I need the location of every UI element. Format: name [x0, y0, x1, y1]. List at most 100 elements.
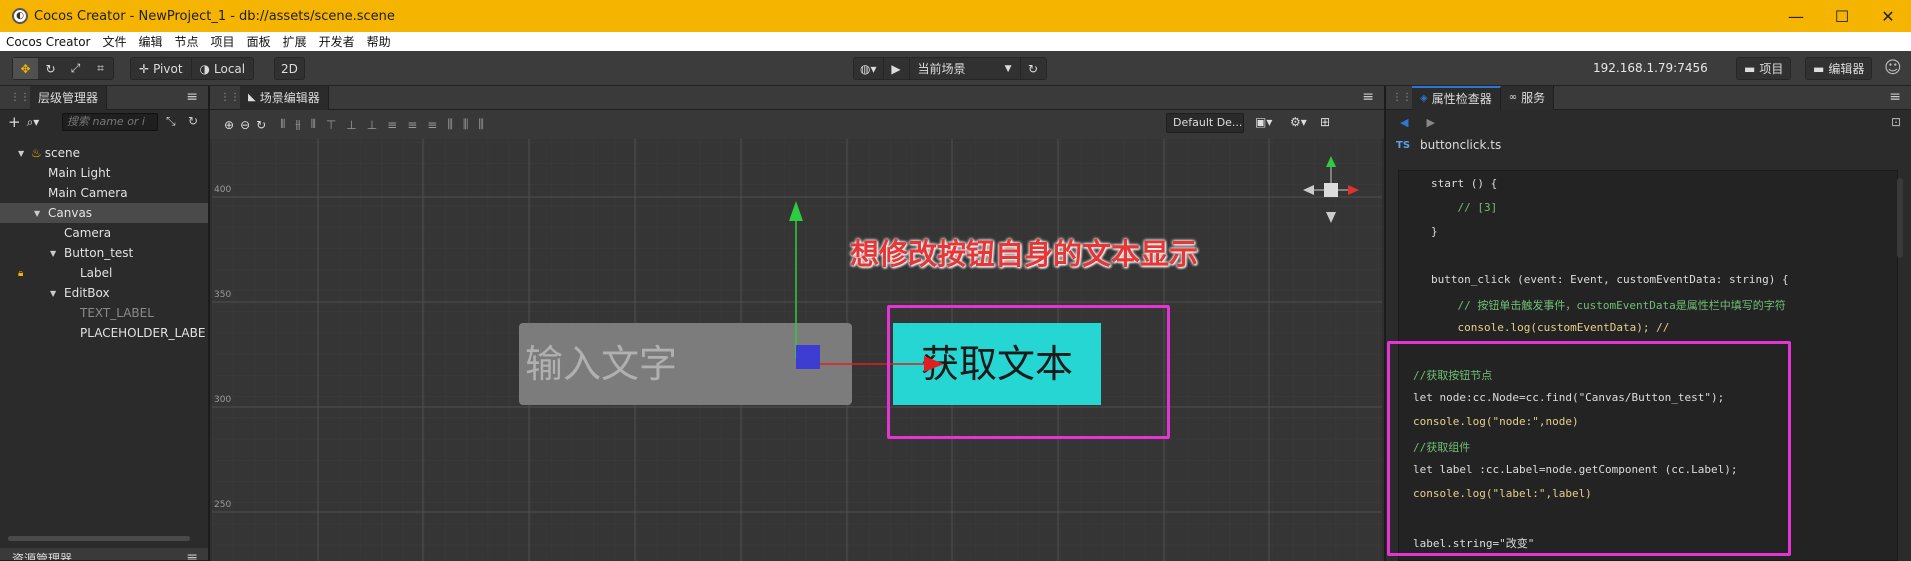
zoom-in-icon[interactable]: ⊕: [224, 118, 234, 132]
annotation-text: 想修改按钮自身的文本显示: [850, 237, 1199, 271]
menu-extension[interactable]: 扩展: [277, 33, 313, 50]
tree-item-main-light[interactable]: Main Light: [0, 163, 208, 183]
scale-tool-icon[interactable]: ⤢: [63, 58, 88, 79]
align-left-icon[interactable]: ⫴: [280, 117, 285, 132]
title-bar: ◐ Cocos Creator - NewProject_1 - db://as…: [0, 0, 1911, 32]
scene-select-value: 当前场景: [917, 62, 966, 76]
tree-item-scene[interactable]: ▼ ♨ scene: [0, 143, 208, 163]
tree-item-canvas[interactable]: ▼ Canvas: [0, 203, 208, 223]
tree-item-label: Main Light: [48, 166, 111, 180]
close-icon[interactable]: ✕: [1865, 0, 1911, 32]
tab-scene-editor[interactable]: ◣ 场景编辑器: [240, 85, 329, 110]
local-button[interactable]: ◑ Local: [192, 58, 254, 79]
tree-item-label: Main Camera: [48, 186, 128, 200]
collapse-all-icon[interactable]: ⤡: [166, 114, 176, 129]
menu-project[interactable]: 项目: [205, 33, 241, 50]
tree-item-label: Camera: [64, 226, 112, 240]
folder-icon: ▬: [1813, 61, 1825, 76]
editbox-node[interactable]: 输入文字: [519, 323, 852, 405]
user-avatar-icon[interactable]: ☺: [1884, 58, 1902, 78]
scene-select[interactable]: 当前场景 ▼: [910, 58, 1020, 79]
refresh-icon[interactable]: ↻: [188, 114, 198, 128]
align-top-icon[interactable]: ⊤: [326, 118, 336, 132]
rect-tool-icon[interactable]: ⌗: [88, 58, 113, 79]
expand-arrow-icon[interactable]: ▼: [34, 209, 44, 218]
mode-2d-toggle[interactable]: 2D: [274, 57, 305, 80]
panel-menu-icon[interactable]: ≡: [186, 550, 198, 560]
panel-menu-icon[interactable]: ≡: [1362, 89, 1374, 105]
tab-service[interactable]: ∞ 服务: [1500, 85, 1555, 110]
distribute-top-icon[interactable]: ≡: [387, 118, 397, 132]
tree-item-text-label[interactable]: TEXT_LABEL: [0, 303, 208, 323]
open-editor-button[interactable]: ▬ 编辑器: [1805, 57, 1873, 80]
drag-handle-icon[interactable]: ⋮⋮: [1392, 92, 1412, 103]
add-node-icon[interactable]: +: [8, 113, 21, 131]
zoom-out-icon[interactable]: ⊖: [240, 118, 250, 132]
open-project-button[interactable]: ▬ 项目: [1736, 57, 1792, 80]
menu-node[interactable]: 节点: [169, 33, 205, 50]
panel-menu-icon[interactable]: ≡: [186, 89, 198, 105]
align-right-icon[interactable]: ⫴: [311, 117, 316, 132]
code-line: button_click (event: Event, customEventD…: [1431, 273, 1789, 286]
distribute-bottom-icon[interactable]: ≡: [427, 118, 437, 132]
lock-icon[interactable]: ⊡: [1891, 115, 1901, 129]
align-bottom-icon[interactable]: ⊥: [367, 118, 377, 132]
search-icon[interactable]: ⌕▾: [27, 115, 40, 130]
scene-tab-icon: ◣: [248, 92, 256, 103]
menu-developer[interactable]: 开发者: [313, 33, 361, 50]
expand-arrow-icon[interactable]: ▼: [18, 149, 28, 158]
hierarchy-search-input[interactable]: 搜索 name or i: [62, 113, 158, 131]
grid-toggle-icon[interactable]: ⊞: [1320, 115, 1330, 129]
play-icon[interactable]: ▶: [884, 58, 909, 79]
expand-arrow-icon[interactable]: ▼: [50, 249, 60, 258]
panel-menu-icon[interactable]: ≡: [1889, 89, 1901, 105]
resolution-select[interactable]: Default De... ▼: [1166, 113, 1244, 133]
tree-item-label-node[interactable]: 🔒︎ Label: [0, 263, 208, 283]
assets-title[interactable]: 资源管理器: [12, 550, 72, 561]
reset-view-icon[interactable]: ↻: [256, 118, 266, 132]
menu-file[interactable]: 文件: [97, 33, 133, 50]
tab-hierarchy[interactable]: 层级管理器: [30, 85, 108, 110]
menu-cocos-creator[interactable]: Cocos Creator: [0, 35, 97, 49]
distribute-center-h-icon[interactable]: ⫼: [463, 117, 469, 132]
camera-icon[interactable]: ▣▾: [1255, 115, 1272, 129]
refresh-icon[interactable]: ↻: [1021, 58, 1046, 79]
menu-panel[interactable]: 面板: [241, 33, 277, 50]
minimize-icon[interactable]: —: [1773, 0, 1819, 32]
lock-icon[interactable]: 🔒︎: [18, 268, 80, 279]
menu-edit[interactable]: 编辑: [133, 33, 169, 50]
maximize-icon[interactable]: ☐: [1819, 0, 1865, 32]
move-tool-icon[interactable]: ✥: [13, 58, 38, 79]
forward-arrow-icon[interactable]: ▶: [1426, 116, 1434, 129]
drag-handle-icon[interactable]: ⋮⋮: [10, 92, 30, 103]
distribute-center-icon[interactable]: ≡: [407, 118, 417, 132]
tree-item-button-test[interactable]: ▼ Button_test: [0, 243, 208, 263]
expand-arrow-icon[interactable]: ▼: [50, 289, 60, 298]
tree-item-camera[interactable]: Camera: [0, 223, 208, 243]
gear-icon[interactable]: ⚙▾: [1290, 115, 1307, 129]
pivot-icon: ✛: [139, 61, 150, 76]
tab-inspector[interactable]: ◈ 属性检查器: [1412, 85, 1501, 110]
align-center-v-icon[interactable]: ⊥: [346, 118, 356, 132]
distribute-left-icon[interactable]: ⫼: [447, 117, 453, 132]
drag-handle-icon[interactable]: ⋮⋮: [220, 92, 240, 103]
highlight-box-code: [1387, 341, 1791, 556]
menu-help[interactable]: 帮助: [361, 33, 397, 50]
align-center-h-icon[interactable]: ⫵: [295, 117, 301, 132]
tree-item-editbox[interactable]: ▼ EditBox: [0, 283, 208, 303]
window-controls: — ☐ ✕: [1773, 0, 1911, 32]
back-arrow-icon[interactable]: ◀: [1400, 116, 1408, 129]
tree-item-placeholder-label[interactable]: PLACEHOLDER_LABE: [0, 323, 208, 343]
rotate-tool-icon[interactable]: ↻: [38, 58, 63, 79]
platform-globe-icon[interactable]: ◍▾: [854, 58, 883, 79]
inspector-nav: ◀ ▶ ⊡: [1386, 110, 1911, 134]
vertical-scrollbar[interactable]: [1897, 178, 1903, 258]
distribute-right-icon[interactable]: ⫼: [478, 117, 484, 132]
tree-item-main-camera[interactable]: Main Camera: [0, 183, 208, 203]
local-label: Local: [214, 61, 246, 76]
globe-half-icon: ◑: [199, 61, 211, 76]
horizontal-scrollbar[interactable]: [8, 536, 190, 541]
pivot-button[interactable]: ✛ Pivot: [131, 58, 191, 79]
editor-label: 编辑器: [1828, 62, 1865, 76]
scene-viewport[interactable]: 400 350 300 250 输入文字 获取文本 想修改按钮自身的文本显示: [212, 139, 1382, 561]
